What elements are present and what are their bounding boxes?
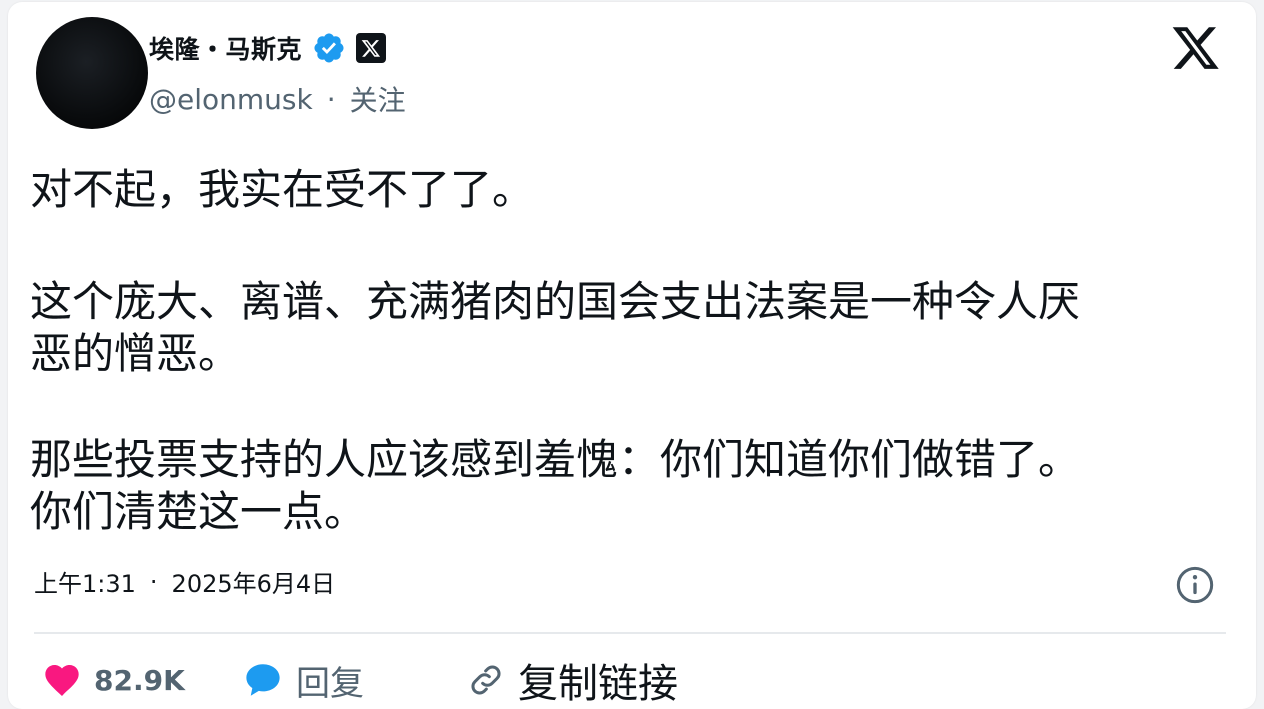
tweet-timestamp: 上午1:31 · 2025年6月4日 bbox=[34, 564, 335, 599]
copy-link-label: 复制链接 bbox=[518, 661, 678, 707]
reply-label: 回复 bbox=[296, 663, 364, 704]
like-button[interactable]: 82.9K bbox=[42, 660, 242, 700]
x-logo-icon[interactable] bbox=[1171, 22, 1221, 72]
author-display-name[interactable]: 埃隆・马斯克 bbox=[149, 30, 302, 66]
link-icon bbox=[471, 665, 501, 695]
tweet-time[interactable]: 上午1:31 bbox=[34, 564, 136, 599]
verified-badge-icon bbox=[314, 33, 344, 63]
author-handle[interactable]: @elonmusk bbox=[149, 83, 313, 116]
follow-link[interactable]: 关注 bbox=[350, 79, 406, 119]
tweet-paragraph: 那些投票支持的人应该感到羞愧：你们知道你们做错了。你们清楚这一点。 bbox=[30, 435, 1081, 536]
tweet-paragraph: 这个庞大、离谱、充满猪肉的国会支出法案是一种令人厌恶的憎恶。 bbox=[30, 277, 1081, 378]
author-handle-row: @elonmusk · 关注 bbox=[149, 79, 406, 119]
reply-button[interactable]: 回复 bbox=[242, 656, 442, 705]
tweet-card: 埃隆・马斯克 @elonmusk · 关注 对不起，我实在受不了了。 这个庞大、… bbox=[8, 2, 1256, 709]
timestamp-separator: · bbox=[149, 567, 158, 596]
handle-separator: · bbox=[326, 82, 336, 116]
divider bbox=[34, 632, 1226, 634]
info-icon[interactable] bbox=[1175, 565, 1215, 605]
like-count: 82.9K bbox=[94, 663, 185, 697]
x-badge-icon bbox=[356, 33, 387, 63]
tweet-actions: 82.9K 回复 复制链接 bbox=[42, 652, 678, 708]
author-name-row: 埃隆・马斯克 bbox=[149, 28, 387, 68]
reply-bubble-icon bbox=[246, 664, 280, 696]
avatar[interactable] bbox=[36, 17, 148, 129]
tweet-date[interactable]: 2025年6月4日 bbox=[172, 564, 336, 599]
heart-icon bbox=[45, 665, 79, 696]
tweet-paragraph: 对不起，我实在受不了了。 bbox=[30, 165, 535, 214]
copy-link-button[interactable]: 复制链接 bbox=[466, 651, 678, 709]
